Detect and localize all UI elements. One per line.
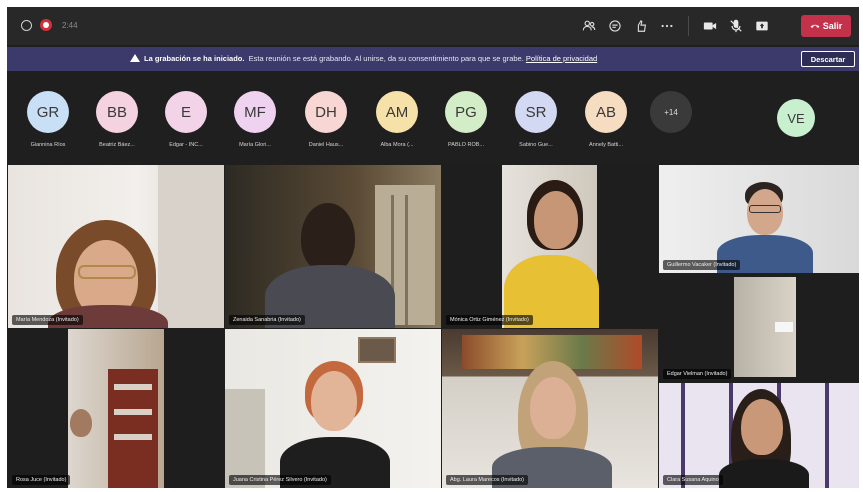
warning-icon	[130, 54, 140, 62]
tile-name: Zenaida Sanabria (Invitado)	[229, 315, 305, 325]
meeting-toolbar: 2:44 Salir	[7, 7, 859, 45]
participant-name: Beatriz Báez...	[99, 142, 135, 148]
tile-name: Guillermo Vacaker (Invitado)	[663, 260, 741, 270]
participant-strip: GR Giannina Ríos BB Beatriz Báez... E Ed…	[7, 77, 859, 159]
participant-name: Annely Batti...	[589, 142, 623, 148]
avatar: DH	[305, 91, 347, 133]
dismiss-button[interactable]: Descartar	[801, 51, 855, 67]
avatar: SR	[515, 91, 557, 133]
avatar: MF	[234, 91, 276, 133]
banner-body: Esta reunión se está grabando. Al unirse…	[248, 54, 524, 63]
avatar: GR	[27, 91, 69, 133]
chat-icon[interactable]	[604, 15, 626, 37]
toolbar-left: 2:44	[21, 19, 78, 31]
participant-item[interactable]: AM Alba Mora (...	[362, 91, 432, 148]
tile-name: Rosa Juce (Invitado)	[12, 475, 71, 485]
participant-name: María Glori...	[239, 142, 271, 148]
wall-picture	[358, 337, 396, 363]
mic-icon[interactable]	[725, 15, 747, 37]
participant-name: Giannina Ríos	[30, 142, 66, 148]
tile-name: Edgar Vielman (Invitado)	[663, 369, 732, 379]
video-tile[interactable]: Rosa Juce (Invitado)	[8, 329, 224, 488]
video-tile[interactable]: Guillermo Vacaker (Invitado)	[659, 165, 859, 273]
participant-name: PABLO ROB...	[448, 142, 484, 148]
participant-name: Daniel Haus...	[308, 142, 344, 148]
avatar: E	[165, 91, 207, 133]
more-icon[interactable]	[656, 15, 678, 37]
video-tile[interactable]: Juana Cristina Pérez Silvero (Invitado)	[225, 329, 441, 488]
participant-item[interactable]: AB Annely Batti...	[571, 91, 641, 148]
tile-name: María Mendoza (Invitado)	[12, 315, 83, 325]
participants-icon[interactable]	[578, 15, 600, 37]
avatar: BB	[96, 91, 138, 133]
avatar[interactable]: VE	[777, 99, 815, 137]
tile-name: Clara Susana Aquino	[663, 475, 723, 485]
teams-meeting-window: 2:44 Salir La grabación se ha iniciado. …	[7, 7, 859, 488]
tile-name: Juana Cristina Pérez Silvero (Invitado)	[229, 475, 331, 485]
participant-item[interactable]: E Edgar - INC...	[151, 91, 221, 148]
share-icon[interactable]	[751, 15, 773, 37]
privacy-policy-link[interactable]: Política de privacidad	[526, 54, 597, 63]
glasses	[749, 205, 781, 213]
recording-banner: La grabación se ha iniciado. Esta reunió…	[7, 47, 859, 71]
tile-name: Mónica Ortiz Giménez (Invitado)	[446, 315, 533, 325]
leave-button[interactable]: Salir	[801, 15, 851, 37]
meeting-timer: 2:44	[62, 20, 78, 30]
participant-item[interactable]: SR Sabino Gue...	[501, 91, 571, 148]
banner-title: La grabación se ha iniciado.	[144, 54, 245, 63]
video-tile[interactable]: Mónica Ortiz Giménez (Invitado)	[442, 165, 658, 328]
video-tile[interactable]: Abg. Laura Marecos (Invitado)	[442, 329, 658, 488]
participant-name: Alba Mora (...	[380, 142, 414, 148]
toolbar-actions	[578, 15, 773, 37]
toolbar-divider	[688, 16, 689, 36]
video-tile[interactable]: Clara Susana Aquino	[659, 383, 859, 488]
tile-name: Abg. Laura Marecos (Invitado)	[446, 475, 528, 485]
participant-item[interactable]: GR Giannina Ríos	[13, 91, 83, 148]
video-tile[interactable]: Edgar Vielman (Invitado)	[659, 274, 859, 382]
avatar: AB	[585, 91, 627, 133]
participant-item[interactable]: BB Beatriz Báez...	[82, 91, 152, 148]
participant-name: Sabino Gue...	[519, 142, 553, 148]
video-tile[interactable]: Zenaida Sanabria (Invitado)	[225, 165, 441, 328]
react-icon[interactable]	[630, 15, 652, 37]
video-tile[interactable]: María Mendoza (Invitado)	[8, 165, 224, 328]
participant-item[interactable]: DH Daniel Haus...	[291, 91, 361, 148]
hang-up-icon	[810, 24, 820, 28]
camera-icon[interactable]	[699, 15, 721, 37]
more-participants-button[interactable]: +14	[650, 91, 692, 133]
recording-icon	[40, 19, 52, 31]
participant-item[interactable]: PG PABLO ROB...	[431, 91, 501, 148]
participant-name: Edgar - INC...	[169, 142, 203, 148]
glasses	[78, 265, 136, 279]
leave-label: Salir	[822, 21, 843, 31]
banner-message: La grabación se ha iniciado. Esta reunió…	[130, 54, 597, 63]
meeting-info-icon[interactable]	[21, 19, 32, 31]
avatar: PG	[445, 91, 487, 133]
participant-item[interactable]: MF María Glori...	[220, 91, 290, 148]
avatar: AM	[376, 91, 418, 133]
